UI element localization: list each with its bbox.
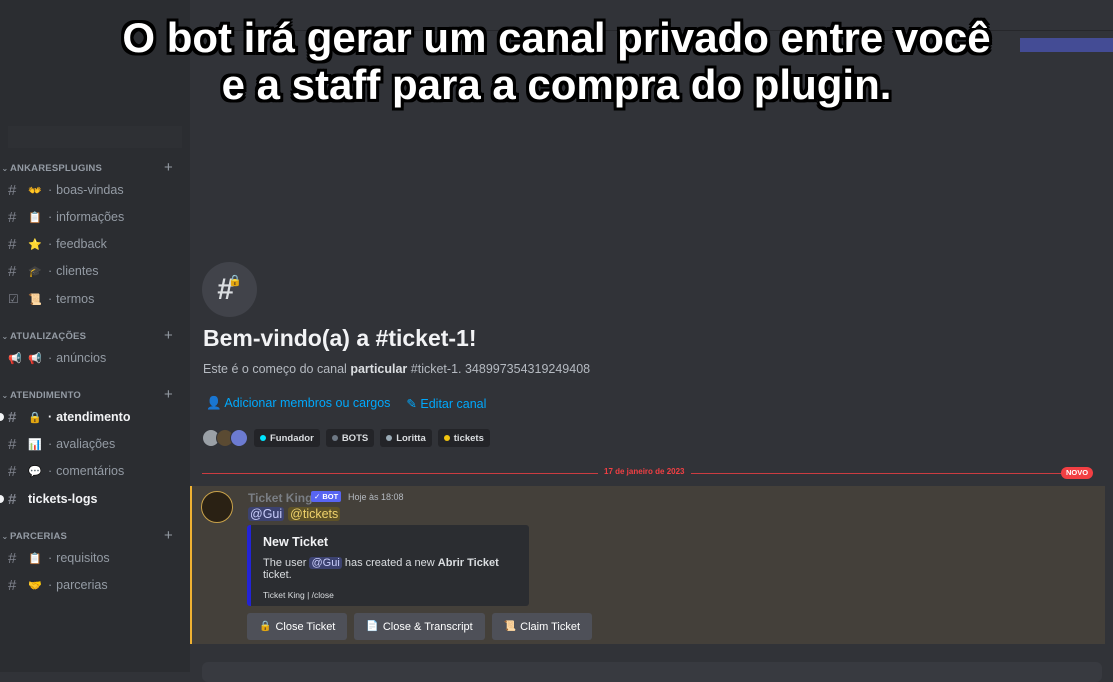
hash-icon: # <box>8 576 17 594</box>
add-channel-icon[interactable]: + <box>164 528 173 543</box>
avatar <box>230 429 248 447</box>
message-author[interactable]: Ticket King <box>248 491 312 505</box>
caption-line-1: O bot irá gerar um canal privado entre v… <box>122 14 991 61</box>
add-members-link[interactable]: 👤 Adicionar membros ou cargos <box>206 396 390 411</box>
category-atualizacoes[interactable]: ⌄ ATUALIZAÇÕES + <box>0 328 173 343</box>
message-input[interactable] <box>202 662 1102 682</box>
welcome-title: Bem-vindo(a) a #ticket-1! <box>203 325 477 351</box>
add-channel-icon[interactable]: + <box>164 328 173 343</box>
hash-icon: # <box>8 262 17 280</box>
channel-boas-vindas[interactable]: # 👐 · boas-vindas <box>8 179 186 201</box>
caption-line-2: e a staff para a compra do plugin. <box>221 61 892 108</box>
chevron-down-icon: ⌄ <box>1 163 9 173</box>
hash-icon: # <box>8 408 17 426</box>
role-pill-tickets[interactable]: tickets <box>437 429 490 447</box>
channel-comentarios[interactable]: # 💬 · comentários <box>8 460 186 482</box>
hash-icon: # <box>8 435 17 453</box>
channel-parcerias[interactable]: # 🤝 · parcerias <box>8 574 186 596</box>
role-mention[interactable]: @tickets <box>288 507 341 521</box>
hash-icon: # <box>8 490 17 508</box>
document-icon: 📄 <box>366 621 379 632</box>
category-atendimento[interactable]: ⌄ ATENDIMENTO + <box>0 387 173 402</box>
channel-requisitos[interactable]: # 📋 · requisitos <box>8 547 186 569</box>
close-ticket-button[interactable]: 🔒 Close Ticket <box>247 613 348 640</box>
hash-lock-icon: # 🔒 <box>202 262 257 317</box>
pencil-icon: ✎ <box>406 397 417 411</box>
role-pill-fundador[interactable]: Fundador <box>254 429 320 447</box>
chevron-down-icon: ⌄ <box>1 390 9 400</box>
chevron-down-icon: ⌄ <box>1 331 9 341</box>
divider-date: 17 de janeiro de 2023 <box>598 467 691 476</box>
user-mention[interactable]: @Gui <box>309 557 342 569</box>
rules-channel-icon: ☑ <box>8 292 19 306</box>
hash-icon: # <box>8 235 17 253</box>
hash-icon: # <box>8 208 17 226</box>
channel-anuncios[interactable]: 📢 📢 · anúncios <box>8 347 186 369</box>
scroll-icon: 📜 <box>503 621 517 632</box>
add-channel-icon[interactable]: + <box>164 160 173 175</box>
category-parcerias[interactable]: ⌄ PARCERIAS + <box>0 528 173 543</box>
role-pill-loritta[interactable]: Loritta <box>380 429 432 447</box>
chevron-down-icon: ⌄ <box>1 531 9 541</box>
embed-description: The user @Gui has created a new Abrir Ti… <box>263 557 499 581</box>
member-avatars[interactable] <box>202 429 248 447</box>
embed-footer: Ticket King | /close <box>263 590 334 600</box>
message-mentions: @Gui @tickets <box>248 507 341 521</box>
channel-avaliacoes[interactable]: # 📊 · avaliações <box>8 433 186 455</box>
close-transcript-button[interactable]: 📄 Close & Transcript <box>354 613 485 640</box>
announcement-icon: 📢 <box>8 352 22 365</box>
role-pill-bots[interactable]: BOTS <box>325 429 375 447</box>
welcome-actions: 👤 Adicionar membros ou cargos ✎ Editar c… <box>206 396 486 411</box>
embed-title: New Ticket <box>263 535 329 549</box>
person-add-icon: 👤 <box>206 396 222 410</box>
welcome-description: Este é o começo do canal particular #tic… <box>203 362 591 376</box>
new-badge: NOVO <box>1061 467 1094 479</box>
hash-icon: # <box>8 462 17 480</box>
claim-ticket-button[interactable]: 📜 Claim Ticket <box>491 613 593 640</box>
message-timestamp: Hoje às 18:08 <box>348 492 404 502</box>
edit-channel-link[interactable]: ✎ Editar canal <box>406 396 486 411</box>
lock-icon: 🔒 <box>259 621 272 632</box>
channel-roles: Fundador BOTS Loritta tickets <box>202 429 490 447</box>
hash-icon: # <box>8 181 17 199</box>
ticket-buttons: 🔒 Close Ticket 📄 Close & Transcript 📜 Cl… <box>247 613 593 640</box>
unread-indicator <box>0 413 4 421</box>
category-ankaresplugins[interactable]: ⌄ ANKARESPLUGINS + <box>0 160 173 175</box>
hash-icon: # <box>8 549 17 567</box>
channel-atendimento[interactable]: # 🔒 · atendimento <box>8 406 186 428</box>
add-channel-icon[interactable]: + <box>164 387 173 402</box>
bot-avatar[interactable] <box>201 491 233 523</box>
bot-tag: ✓ BOT <box>311 491 342 502</box>
channel-termos[interactable]: ☑ 📜 · termos <box>8 288 186 310</box>
caption-overlay: O bot irá gerar um canal privado entre v… <box>0 14 1113 108</box>
ticket-embed: New Ticket The user @Gui has created a n… <box>247 525 529 606</box>
channel-clientes[interactable]: # 🎓 · clientes <box>8 260 186 282</box>
user-mention[interactable]: @Gui <box>248 507 285 521</box>
channel-informacoes[interactable]: # 📋 · informações <box>8 206 186 228</box>
channel-tickets-logs[interactable]: # tickets-logs <box>8 488 186 510</box>
sidebar-muted-row[interactable] <box>8 126 182 148</box>
unread-indicator <box>0 495 4 503</box>
channel-feedback[interactable]: # ⭐ · feedback <box>8 233 186 255</box>
